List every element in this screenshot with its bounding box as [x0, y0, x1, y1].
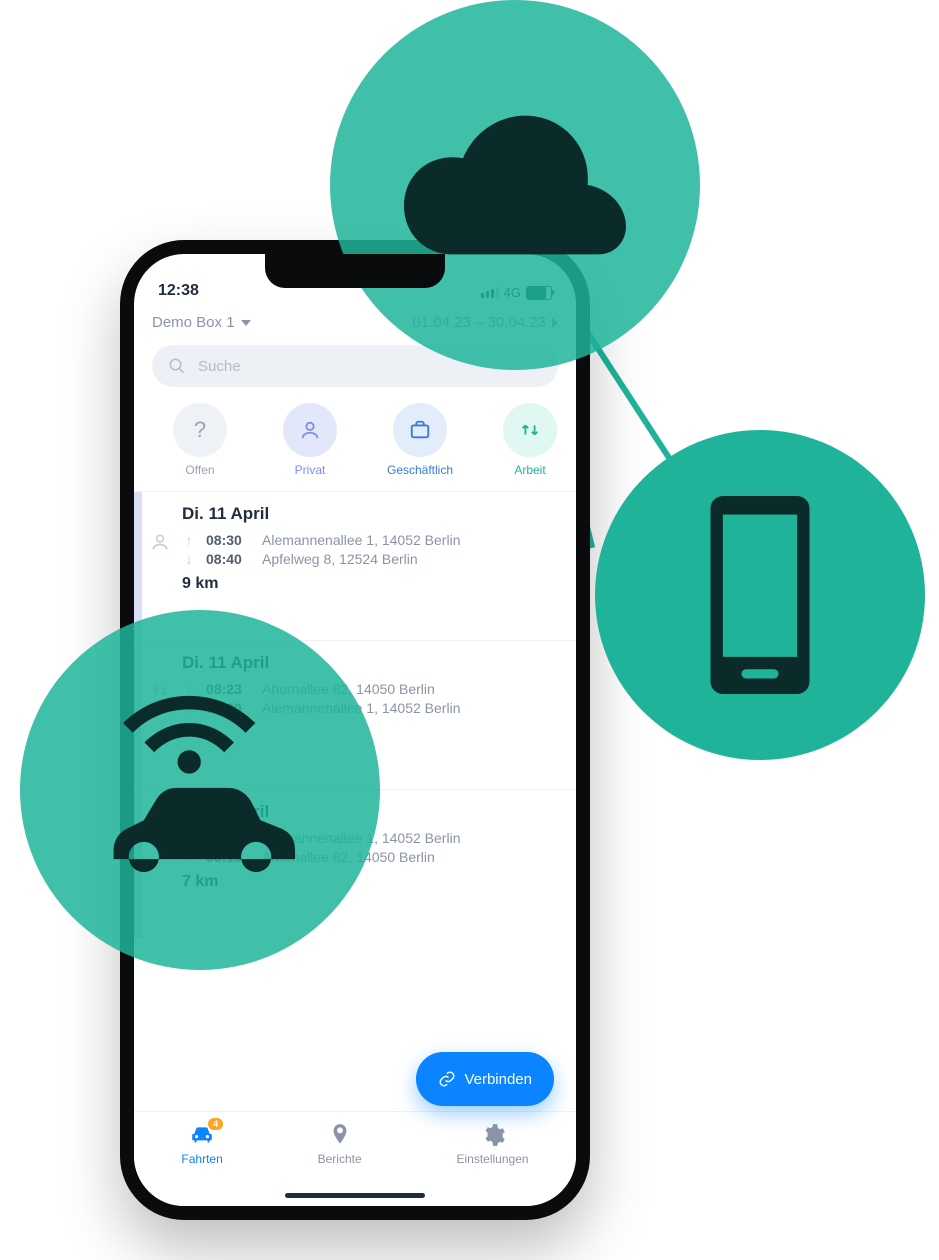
category-label: Offen	[185, 463, 214, 477]
category-business[interactable]: Geschäftlich	[372, 403, 468, 477]
tab-settings[interactable]: Einstellungen	[457, 1122, 529, 1166]
connected-car-bubble	[20, 610, 380, 970]
trip-distance: 9 km	[182, 575, 560, 593]
category-offen[interactable]: ? Offen	[152, 403, 248, 477]
arrow-up-icon: ↑	[182, 532, 196, 548]
device-notch	[265, 254, 445, 288]
briefcase-icon	[393, 403, 447, 457]
tab-trips[interactable]: 4 Fahrten	[181, 1122, 222, 1166]
start-time: 08:30	[206, 532, 252, 548]
arrows-icon	[503, 403, 557, 457]
car-icon: 4	[189, 1122, 215, 1148]
connect-button-label: Verbinden	[464, 1071, 532, 1088]
trip-date: Di. 11 April	[182, 504, 560, 524]
category-label: Privat	[295, 463, 326, 477]
cloud-bubble	[330, 0, 700, 370]
chevron-down-icon	[241, 320, 251, 326]
box-selector-label: Demo Box 1	[152, 314, 235, 331]
category-stripe	[134, 492, 142, 640]
marketing-illustration: 12:38 4G Demo Box 1 01.04.23 – 30.04.23	[0, 0, 939, 1260]
person-icon	[283, 403, 337, 457]
search-icon	[168, 357, 186, 375]
pin-icon	[327, 1122, 353, 1148]
home-indicator	[285, 1193, 425, 1198]
category-privat[interactable]: Privat	[262, 403, 358, 477]
arrow-down-icon: ↓	[182, 551, 196, 567]
category-filter-row: ? Offen Privat Geschäftlich	[152, 403, 558, 477]
start-address: Alemannenallee 1, 14052 Berlin	[262, 532, 460, 548]
category-work-commute[interactable]: Arbeit	[482, 403, 558, 477]
search-placeholder: Suche	[198, 358, 241, 375]
connect-button[interactable]: Verbinden	[416, 1052, 554, 1106]
link-icon	[438, 1070, 456, 1088]
tab-label: Berichte	[318, 1152, 362, 1166]
end-time: 08:40	[206, 551, 252, 567]
smartphone-bubble	[595, 430, 925, 760]
end-address: Apfelweg 8, 12524 Berlin	[262, 551, 418, 567]
category-label: Arbeit	[514, 463, 545, 477]
tab-label: Fahrten	[181, 1152, 222, 1166]
gear-icon	[480, 1122, 506, 1148]
car-wifi-icon	[92, 682, 308, 898]
trips-badge: 4	[208, 1118, 223, 1130]
box-selector[interactable]: Demo Box 1	[152, 314, 251, 331]
question-icon: ?	[173, 403, 227, 457]
status-time: 12:38	[158, 282, 199, 300]
category-label: Geschäftlich	[387, 463, 453, 477]
smartphone-icon	[661, 496, 859, 694]
tab-label: Einstellungen	[457, 1152, 529, 1166]
bottom-tab-bar: 4 Fahrten Berichte Einstellungen	[134, 1111, 576, 1206]
tab-reports[interactable]: Berichte	[318, 1122, 362, 1166]
